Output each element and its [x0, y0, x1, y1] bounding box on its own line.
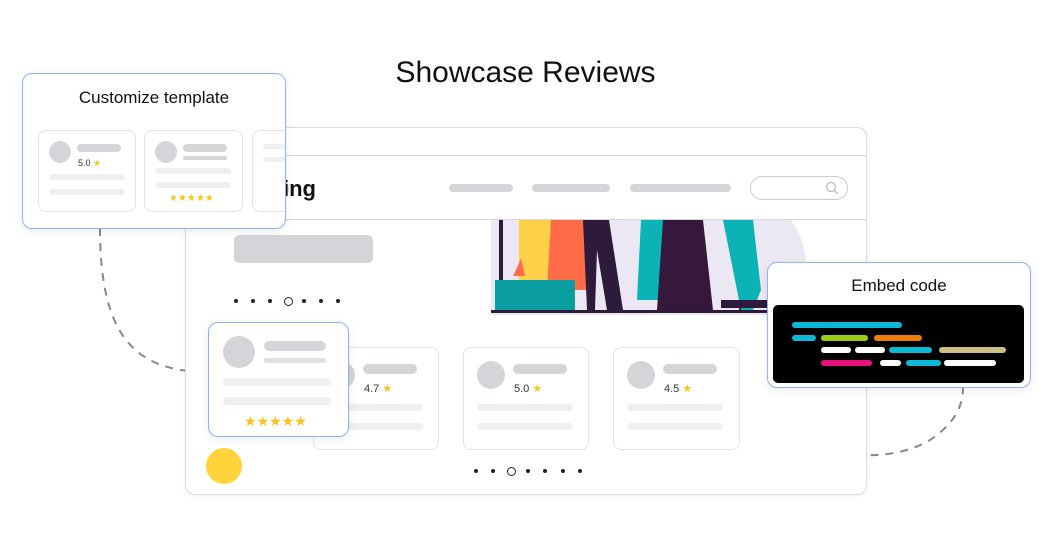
template-option[interactable]: ★★★★★: [144, 130, 243, 212]
avatar: [155, 141, 177, 163]
five-star-rating: ★★★★★: [244, 413, 307, 429]
template-rating: 5.0 ★: [78, 158, 102, 168]
carousel-dot[interactable]: [474, 469, 478, 473]
review-text-line: [627, 404, 723, 411]
carousel-dot[interactable]: [560, 469, 565, 473]
review-text-line: [223, 378, 331, 386]
code-token: [874, 335, 922, 341]
star-icon: ★: [682, 383, 693, 395]
review-text-line: [627, 423, 723, 430]
hero-heading-placeholder: [234, 235, 373, 263]
name-placeholder: [77, 144, 121, 152]
star-icon: ★: [382, 383, 393, 395]
review-rating: 4.7 ★: [364, 383, 393, 395]
code-token: [880, 360, 901, 366]
code-token: [821, 360, 872, 366]
template-option[interactable]: [252, 130, 285, 212]
star-icon: ★: [532, 383, 543, 395]
review-card[interactable]: 4.5 ★: [613, 347, 740, 450]
text-line: [263, 144, 285, 149]
review-text-line: [477, 404, 573, 411]
subtitle-placeholder: [183, 156, 227, 160]
code-token: [939, 347, 1006, 353]
code-token: [821, 347, 851, 353]
five-star-rating: ★★★★★: [169, 193, 214, 204]
carousel-dot[interactable]: [577, 469, 582, 473]
embed-code-panel[interactable]: Embed code: [767, 262, 1031, 388]
code-line: [792, 322, 902, 328]
reviewer-name-placeholder: [264, 341, 326, 351]
carousel-dot[interactable]: [302, 299, 306, 303]
avatar: [627, 361, 655, 389]
code-token: [821, 335, 868, 341]
code-block[interactable]: [773, 305, 1024, 383]
nav-link-1[interactable]: [449, 184, 513, 192]
review-card[interactable]: 5.0 ★: [463, 347, 589, 450]
clothing-rack-illustration: [491, 220, 806, 315]
avatar: [49, 141, 71, 163]
text-line: [263, 157, 285, 162]
search-icon: [825, 181, 839, 195]
code-token: [944, 360, 996, 366]
review-text-line: [223, 397, 331, 405]
floating-review-card[interactable]: ★★★★★: [208, 322, 349, 437]
code-token: [906, 360, 941, 366]
code-token: [855, 347, 885, 353]
carousel-dot[interactable]: [491, 469, 496, 473]
customize-template-title: Customize template: [78, 88, 230, 107]
text-line: [155, 168, 231, 174]
nav-link-3[interactable]: [630, 184, 731, 192]
carousel-dot[interactable]: [251, 299, 255, 303]
carousel-dot[interactable]: [525, 469, 530, 473]
text-line: [49, 189, 125, 195]
reviewer-name-placeholder: [663, 364, 717, 374]
code-token: [889, 347, 932, 353]
text-line: [155, 182, 231, 188]
code-token: [792, 335, 816, 341]
avatar: [477, 361, 505, 389]
nav-link-2[interactable]: [532, 184, 610, 192]
carousel-dot[interactable]: [319, 299, 323, 303]
star-icon: ★: [93, 158, 102, 168]
text-line: [49, 174, 125, 180]
reviewer-name-placeholder: [513, 364, 567, 374]
carousel-dot-active[interactable]: [507, 466, 517, 476]
name-placeholder: [183, 144, 227, 152]
search-input[interactable]: [750, 176, 848, 200]
review-rating: 4.5 ★: [664, 383, 693, 395]
embed-code-title: Embed code: [851, 276, 947, 295]
carousel-dot[interactable]: [543, 469, 548, 473]
review-text-line: [477, 423, 573, 430]
browser-top-bar-divider: [186, 155, 866, 156]
carousel-dot-active[interactable]: [283, 296, 293, 306]
yellow-circle-decoration: [206, 448, 242, 484]
site-logo: ing: [283, 176, 316, 201]
review-rating: 5.0 ★: [514, 383, 543, 395]
avatar: [223, 336, 255, 368]
customize-template-panel[interactable]: Customize template 5.0 ★ ★★★★★: [22, 73, 286, 229]
reviewer-name-placeholder: [363, 364, 417, 374]
carousel-dot[interactable]: [336, 299, 340, 303]
carousel-dot[interactable]: [268, 299, 272, 303]
reviewer-subtitle-placeholder: [264, 358, 326, 363]
template-option[interactable]: 5.0 ★: [38, 130, 136, 212]
carousel-dot[interactable]: [234, 299, 238, 303]
